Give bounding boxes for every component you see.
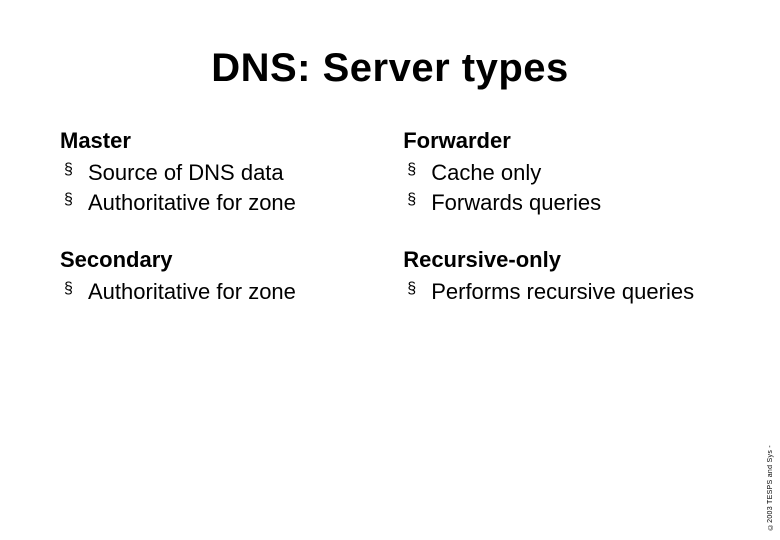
- block-heading: Secondary: [60, 247, 377, 273]
- list-item: § Source of DNS data: [60, 158, 377, 188]
- bullet-icon: §: [64, 162, 73, 178]
- bullet-text: Source of DNS data: [88, 160, 284, 185]
- block-heading: Master: [60, 128, 377, 154]
- block-master: Master § Source of DNS data § Authoritat…: [60, 128, 377, 217]
- bullet-list: § Authoritative for zone: [60, 277, 377, 307]
- slide: DNS: Server types Master § Source of DNS…: [0, 0, 780, 540]
- list-item: § Performs recursive queries: [403, 277, 720, 307]
- bullet-text: Cache only: [431, 160, 541, 185]
- right-column: Forwarder § Cache only § Forwards querie…: [403, 128, 720, 337]
- list-item: § Cache only: [403, 158, 720, 188]
- slide-title: DNS: Server types: [0, 46, 780, 91]
- bullet-text: Performs recursive queries: [431, 279, 694, 304]
- bullet-icon: §: [407, 162, 416, 178]
- block-secondary: Secondary § Authoritative for zone: [60, 247, 377, 307]
- block-recursive: Recursive-only § Performs recursive quer…: [403, 247, 720, 307]
- list-item: § Authoritative for zone: [60, 188, 377, 218]
- bullet-icon: §: [407, 281, 416, 297]
- bullet-icon: §: [407, 192, 416, 208]
- bullet-list: § Source of DNS data § Authoritative for…: [60, 158, 377, 217]
- bullet-text: Forwards queries: [431, 190, 601, 215]
- bullet-text: Authoritative for zone: [88, 190, 296, 215]
- list-item: § Authoritative for zone: [60, 277, 377, 307]
- footer-copyright: ©2003 TESPS and Sys -: [767, 445, 774, 530]
- bullet-icon: §: [64, 192, 73, 208]
- block-forwarder: Forwarder § Cache only § Forwards querie…: [403, 128, 720, 217]
- block-heading: Recursive-only: [403, 247, 720, 273]
- list-item: § Forwards queries: [403, 188, 720, 218]
- bullet-text: Authoritative for zone: [88, 279, 296, 304]
- bullet-icon: §: [64, 281, 73, 297]
- block-heading: Forwarder: [403, 128, 720, 154]
- bullet-list: § Cache only § Forwards queries: [403, 158, 720, 217]
- content-area: Master § Source of DNS data § Authoritat…: [60, 128, 720, 337]
- left-column: Master § Source of DNS data § Authoritat…: [60, 128, 377, 337]
- bullet-list: § Performs recursive queries: [403, 277, 720, 307]
